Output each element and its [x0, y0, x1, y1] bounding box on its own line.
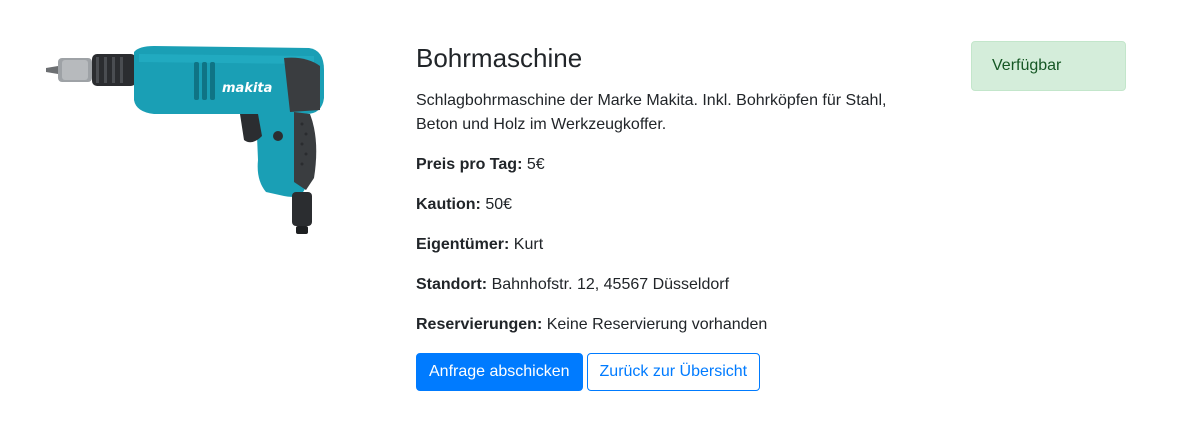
info-price: Preis pro Tag: 5€: [416, 153, 936, 177]
info-deposit-label: Kaution:: [416, 196, 481, 213]
send-request-button[interactable]: Anfrage abschicken: [416, 353, 583, 391]
info-location-value: Bahnhofstr. 12, 45567 Düsseldorf: [491, 276, 730, 293]
info-deposit: Kaution: 50€: [416, 193, 936, 217]
info-price-label: Preis pro Tag:: [416, 156, 523, 173]
brand-logo: makita: [222, 81, 272, 96]
info-price-value: 5€: [526, 156, 545, 173]
info-owner: Eigentümer: Kurt: [416, 233, 936, 257]
info-location-label: Standort:: [416, 276, 488, 293]
back-to-overview-button[interactable]: Zurück zur Übersicht: [586, 353, 761, 391]
action-buttons: Anfrage abschicken Zurück zur Übersicht: [416, 353, 936, 391]
info-location: Standort: Bahnhofstr. 12, 45567 Düsseldo…: [416, 273, 936, 297]
availability-status-badge: Verfügbar: [971, 41, 1126, 91]
info-reservations-value: Keine Reservierung vorhanden: [546, 316, 768, 333]
power-drill-icon: makita: [46, 46, 324, 234]
info-reservations: Reservierungen: Keine Reservierung vorha…: [416, 313, 936, 337]
info-owner-label: Eigentümer:: [416, 236, 510, 253]
product-details: Bohrmaschine Schlagbohrmaschine der Mark…: [416, 40, 936, 391]
product-description: Schlagbohrmaschine der Marke Makita. Ink…: [416, 92, 887, 133]
product-image: makita: [44, 40, 330, 236]
product-title: Bohrmaschine: [416, 43, 583, 73]
info-reservations-label: Reservierungen:: [416, 316, 543, 333]
info-deposit-value: 50€: [485, 196, 513, 213]
info-owner-value: Kurt: [513, 236, 544, 253]
